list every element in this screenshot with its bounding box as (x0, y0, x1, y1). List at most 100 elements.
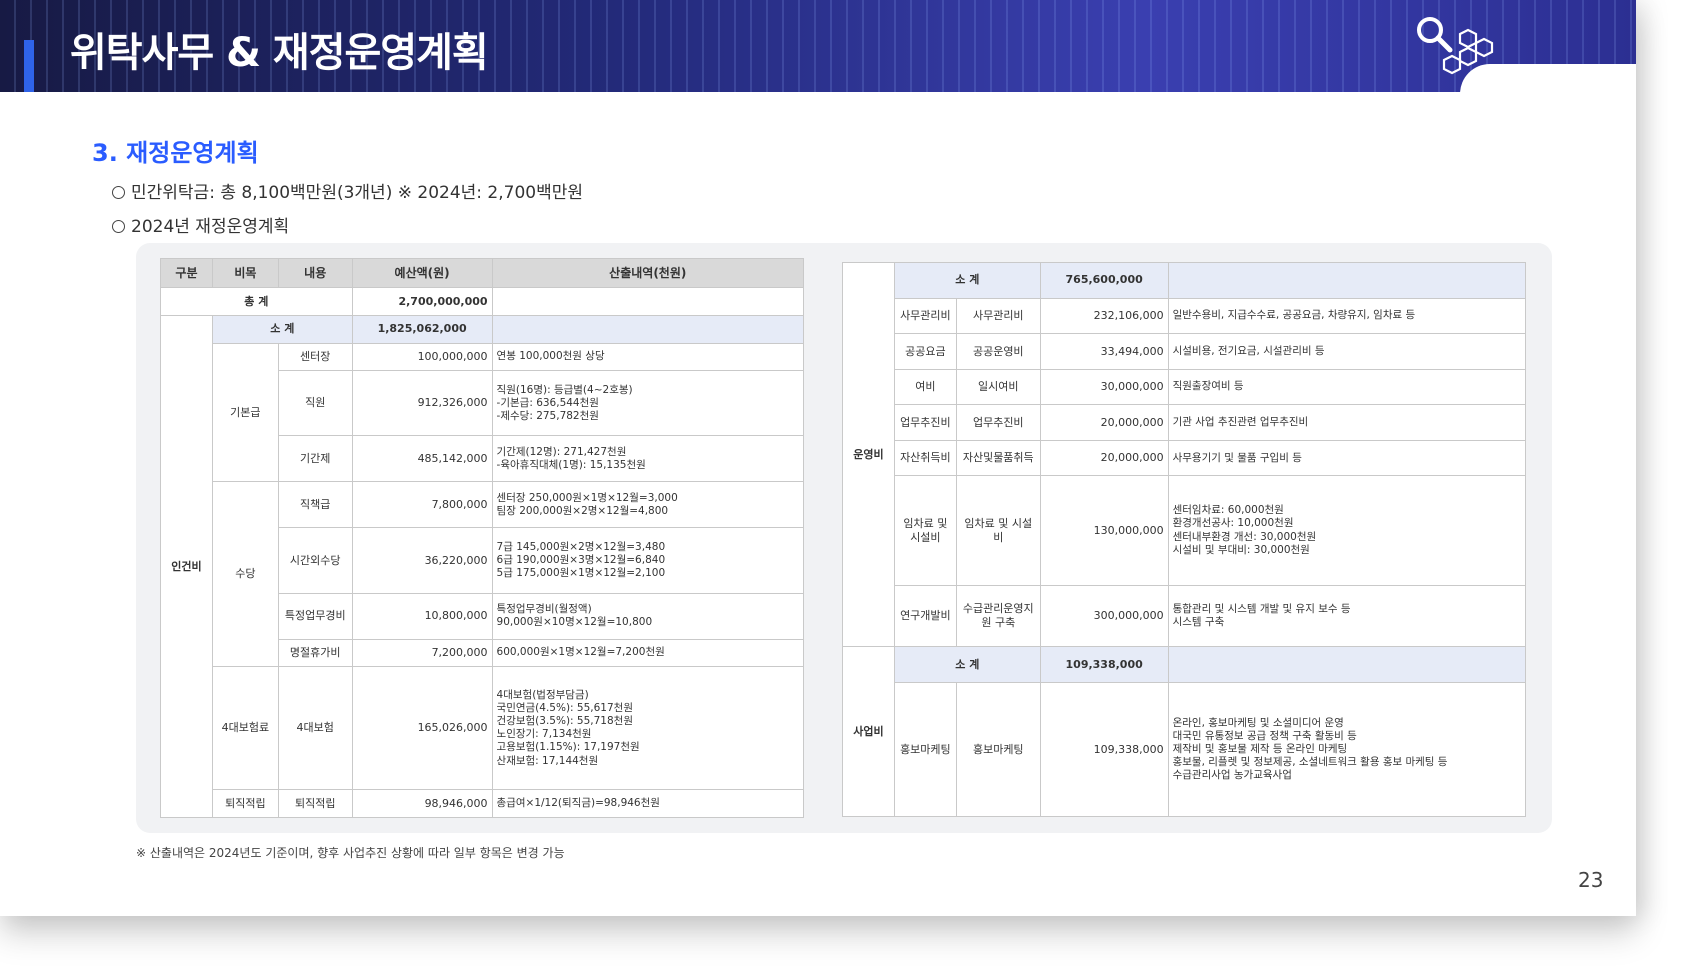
table-row: 홍보마케팅 홍보마케팅 109,338,000 온라인, 홍보마케팅 및 소셜미… (843, 681, 1527, 818)
item-cell: 명절휴가비 (277, 638, 353, 668)
table-row: 사무관리비 사무관리비 232,106,000 일반수용비, 지급수수료, 공공… (843, 297, 1527, 335)
bullet-text: 2024년 재정운영계획 (131, 217, 290, 237)
amount-cell: 36,220,000 (351, 527, 493, 594)
table-row: 수당 직책급 7,800,000 센터장 250,000원×1명×12월=3,0… (161, 481, 805, 668)
subtotal-row: 운영비 소 계 765,600,000 (842, 261, 1527, 648)
subtotal-label: 소 계 (893, 262, 1041, 299)
item-cell: 홍보마케팅 (893, 681, 957, 818)
item-cell: 자산취득비 (893, 439, 957, 477)
amount-cell: 20,000,000 (1039, 439, 1169, 477)
subtotal-label: 소 계 (211, 314, 353, 344)
subtotal-label: 소 계 (893, 646, 1041, 683)
footnote: ※ 산출내역은 2024년도 기준이며, 향후 사업추진 상황에 따라 일부 항… (136, 846, 565, 860)
desc-cell: 4대보험(법정부담금) 국민연금(4.5%): 55,617천원 건강보험(3.5%… (491, 666, 805, 791)
amount-cell: 7,200,000 (351, 638, 493, 668)
grand-total-value: 2,700,000,000 (351, 287, 493, 316)
grand-total-label: 총 계 (160, 287, 353, 316)
desc-cell: 기관 사업 추진관련 업무추진비 (1167, 404, 1527, 441)
table-row: 기본급 센터장 100,000,000 연봉 100,000천원 상당 (161, 342, 805, 483)
page-number: 23 (1578, 868, 1604, 892)
content-cell: 일시여비 (955, 368, 1041, 406)
amount-cell: 100,000,000 (351, 342, 493, 372)
table-row: 임차료 및 시설비 임차료 및 시설비 130,000,000 센터임차료: 6… (843, 475, 1527, 586)
desc-cell: 직원(16명): 등급별(4~2호봉) -기본급: 636,544천원 -제수당: … (491, 370, 805, 437)
amount-cell: 165,026,000 (351, 666, 493, 791)
content-cell: 업무추진비 (955, 404, 1041, 441)
bullet-financial-plan: 2024년 재정운영계획 (112, 212, 289, 237)
content-cell: 자산및물품취득 (955, 439, 1041, 477)
content-cell: 공공운영비 (955, 333, 1041, 370)
budget-table-operations: 운영비 소 계 765,600,000 사무관리비 사무관리비 232,106,… (842, 261, 1527, 818)
table-row: 퇴직적립 퇴직적립 98,946,000 총급여×1/12(퇴직금)=98,94… (161, 789, 805, 818)
group-label: 4대보험료 (211, 666, 279, 791)
table-row: 4대보험료 4대보험 165,026,000 4대보험(법정부담금) 국민연금(4… (161, 666, 805, 791)
desc-cell: 600,000원×1명×12월=7,200천원 (491, 638, 805, 668)
page-title: 위탁사무 & 재정운영계획 (70, 30, 489, 76)
content-cell: 사무관리비 (955, 297, 1041, 335)
section-title: 3. 재정운영계획 (92, 139, 259, 167)
amount-cell: 300,000,000 (1039, 584, 1169, 648)
item-cell: 퇴직적립 (277, 789, 353, 818)
amount-cell: 30,000,000 (1039, 368, 1169, 406)
budget-table-personnel: 구분 비목 내용 예산액(원) 산출내역(천원) 총 계 2,700,000,0… (160, 257, 805, 819)
desc-cell: 직원출장여비 등 (1167, 368, 1527, 406)
empty-cell (491, 287, 805, 316)
magnifier-hexagon-icon (1417, 17, 1494, 75)
slide: 위탁사무 & 재정운영계획 3. 재정운영계획 민간위탁금: 총 8,100백만… (0, 0, 1636, 916)
table-row: 연구개발비 수급관리운영지원 구축 300,000,000 통합관리 및 시스템… (843, 584, 1527, 648)
item-cell: 업무추진비 (893, 404, 957, 441)
table-header-row: 구분 비목 내용 예산액(원) 산출내역(천원) (160, 257, 805, 289)
desc-cell: 온라인, 홍보마케팅 및 소셜미디어 운영 대국민 유통정보 공급 정책 구축 활… (1167, 681, 1527, 818)
desc-cell: 일반수용비, 지급수수료, 공공요금, 차량유지, 임차료 등 (1167, 297, 1527, 335)
item-cell: 4대보험 (277, 666, 353, 791)
amount-cell: 912,326,000 (351, 370, 493, 437)
desc-cell: 연봉 100,000천원 상당 (491, 342, 805, 372)
desc-cell: 기간제(12명): 271,427천원 -육아휴직대체(1명): 15,135천원 (491, 435, 805, 483)
amount-cell: 20,000,000 (1039, 404, 1169, 441)
bullet-entrusted-fund: 민간위탁금: 총 8,100백만원(3개년) ※ 2024년: 2,700백만원 (112, 178, 583, 203)
content-cell: 임차료 및 시설비 (955, 475, 1041, 586)
table-row: 공공요금 공공운영비 33,494,000 시설비용, 전기요금, 시설관리비 … (843, 333, 1527, 370)
item-cell: 연구개발비 (893, 584, 957, 648)
empty-cell (1167, 262, 1527, 299)
desc-cell: 센터임차료: 60,000천원 환경개선공사: 10,000천원 센터내부환경 개선… (1167, 475, 1527, 586)
subtotal-value: 765,600,000 (1039, 262, 1169, 299)
amount-cell: 485,142,000 (351, 435, 493, 483)
item-cell: 공공요금 (893, 333, 957, 370)
amount-cell: 130,000,000 (1039, 475, 1169, 586)
amount-cell: 109,338,000 (1039, 681, 1169, 818)
bullet-text: 민간위탁금: 총 8,100백만원(3개년) ※ 2024년: 2,700백만원 (131, 183, 583, 203)
table-row: 업무추진비 업무추진비 20,000,000 기관 사업 추진관련 업무추진비 (843, 404, 1527, 441)
subtotal-value: 109,338,000 (1039, 646, 1169, 683)
item-cell: 사무관리비 (893, 297, 957, 335)
group-label: 수당 (211, 481, 279, 668)
desc-cell: 사무용기기 및 물품 구입비 등 (1167, 439, 1527, 477)
amount-cell: 33,494,000 (1039, 333, 1169, 370)
col-header: 산출내역(천원) (491, 257, 805, 289)
amount-cell: 7,800,000 (351, 481, 493, 529)
item-cell: 특정업무경비 (277, 592, 353, 640)
empty-cell (491, 314, 805, 344)
amount-cell: 232,106,000 (1039, 297, 1169, 335)
content-cell: 수급관리운영지원 구축 (955, 584, 1041, 648)
desc-cell: 7급 145,000원×2명×12월=3,480 6급 190,000원×3명×1… (491, 527, 805, 594)
subtotal-row: 인건비 소 계 1,825,062,000 (160, 314, 805, 819)
desc-cell: 시설비용, 전기요금, 시설관리비 등 (1167, 333, 1527, 370)
subtotal-value: 1,825,062,000 (351, 314, 493, 344)
desc-cell: 통합관리 및 시스템 개발 및 유지 보수 등 시스템 구축 (1167, 584, 1527, 648)
grand-total-row: 총 계 2,700,000,000 (160, 287, 805, 316)
category-operating: 운영비 (842, 261, 895, 648)
item-cell: 시간외수당 (277, 527, 353, 594)
amount-cell: 98,946,000 (351, 789, 493, 818)
item-cell: 직책급 (277, 481, 353, 529)
item-cell: 기간제 (277, 435, 353, 483)
content-cell: 홍보마케팅 (955, 681, 1041, 818)
table-row: 자산취득비 자산및물품취득 20,000,000 사무용기기 및 물품 구입비 … (843, 439, 1527, 477)
circle-bullet-icon (112, 220, 125, 233)
desc-cell: 특정업무경비(월정액) 90,000원×10명×12월=10,800 (491, 592, 805, 640)
category-personnel: 인건비 (160, 314, 213, 819)
item-cell: 여비 (893, 368, 957, 406)
group-label: 기본급 (211, 342, 279, 483)
group-label: 퇴직적립 (211, 789, 279, 818)
col-header: 구분 (160, 257, 213, 289)
